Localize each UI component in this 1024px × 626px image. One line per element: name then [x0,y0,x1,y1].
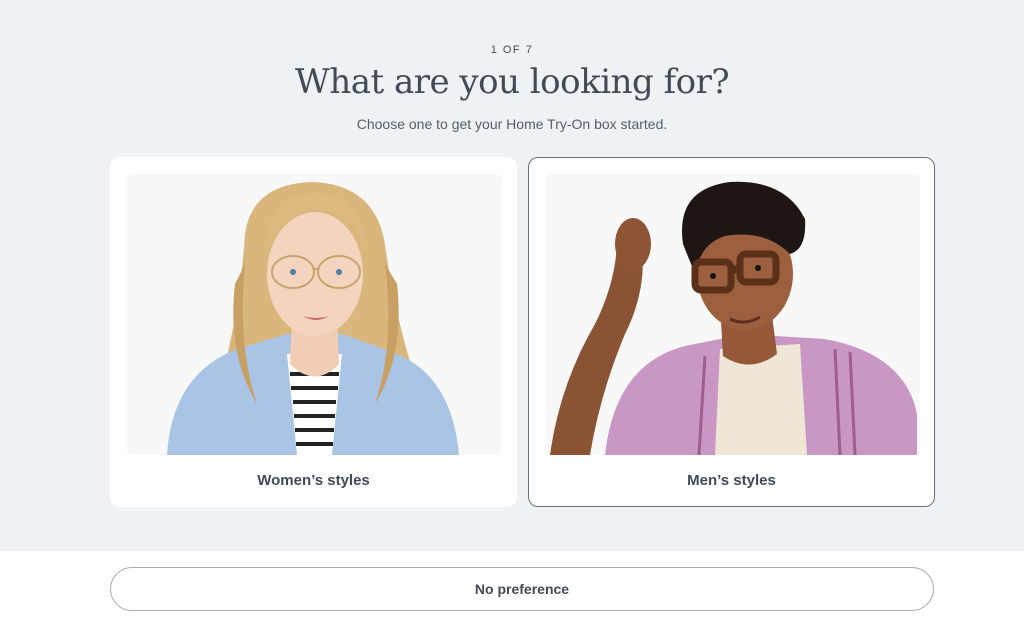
mens-styles-photo [545,174,920,455]
mens-styles-label: Men’s styles [687,472,776,489]
step-indicator: 1 OF 7 [490,44,534,56]
mens-styles-card[interactable]: Men’s styles [528,157,935,507]
quiz-page: 1 OF 7 What are you looking for? Choose … [0,0,1024,626]
page-title: What are you looking for? [294,62,730,102]
bottom-bar: No preference [0,551,1024,626]
womens-styles-label: Women’s styles [257,472,370,489]
womens-styles-photo [127,174,502,455]
no-preference-button[interactable]: No preference [110,567,934,611]
womens-styles-card[interactable]: Women’s styles [110,157,517,507]
page-subtitle: Choose one to get your Home Try-On box s… [356,116,668,132]
